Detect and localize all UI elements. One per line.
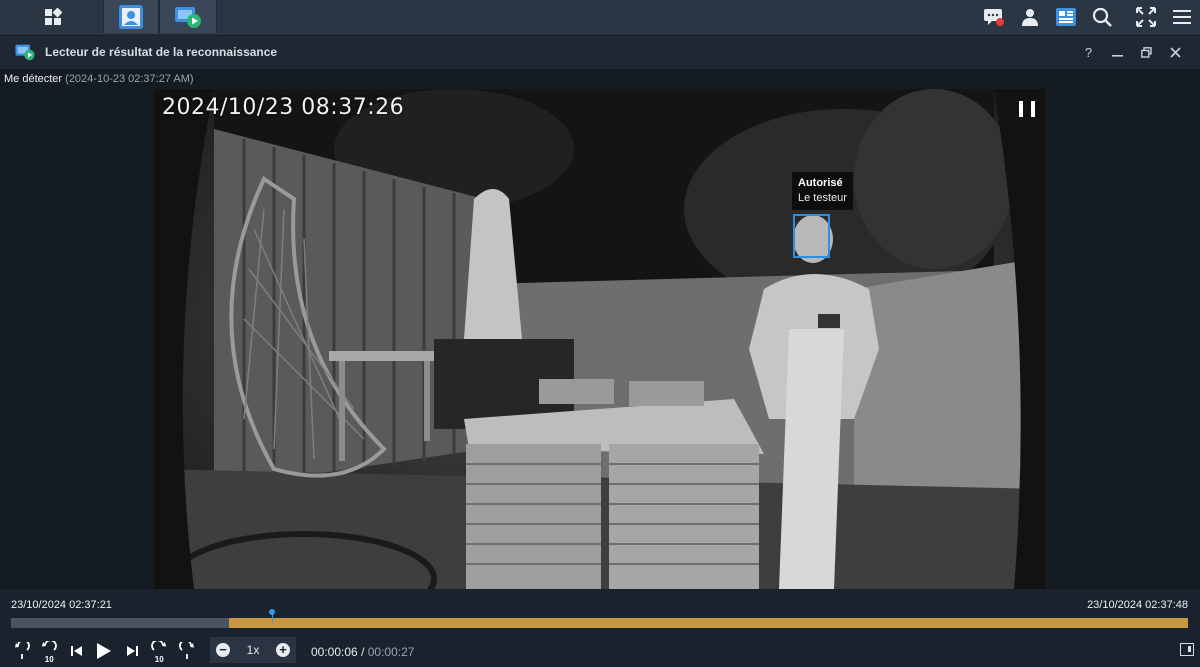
pause-icon-bar — [1019, 101, 1023, 117]
minimize-button[interactable] — [1103, 39, 1132, 65]
face-recognition-app-icon — [119, 4, 143, 29]
video-timestamp-overlay: 2024/10/23 08:37:26 — [162, 95, 405, 120]
minus-icon: − — [219, 642, 227, 657]
help-icon: ? — [1084, 44, 1093, 60]
search-icon — [1092, 7, 1112, 27]
user-menu-button[interactable] — [1012, 0, 1048, 33]
step-forward-button[interactable] — [173, 640, 201, 662]
face-person-name: Le testeur — [798, 192, 847, 204]
face-bounding-box — [793, 214, 830, 258]
help-button[interactable]: ? — [1074, 39, 1103, 65]
skip-next-icon — [126, 646, 138, 656]
options-menu-button[interactable] — [1164, 0, 1200, 33]
close-icon — [1170, 46, 1181, 58]
menu-icon — [1173, 9, 1191, 24]
speed-control: − 1x + — [210, 637, 296, 663]
playback-controls: 10 10 — [8, 640, 201, 664]
rewind-seconds: 10 — [44, 655, 54, 664]
timeline-end-time: 23/10/2024 02:37:48 — [1087, 599, 1188, 611]
search-button[interactable] — [1084, 0, 1120, 33]
plus-icon: + — [279, 642, 287, 657]
next-button[interactable] — [118, 640, 146, 662]
playback-speed: 1x — [246, 643, 260, 657]
playhead-stem — [271, 614, 273, 622]
restore-button[interactable] — [1132, 39, 1161, 65]
close-button[interactable] — [1161, 39, 1190, 65]
rewind-icon — [42, 641, 58, 651]
forward-seconds: 10 — [154, 655, 164, 664]
step-forward-icon — [178, 642, 194, 659]
surveillance-playback-app-icon — [15, 44, 35, 61]
playback-time: 00:00:06 / 00:00:27 — [311, 645, 414, 659]
restore-icon — [1141, 46, 1152, 58]
rewind-10-button[interactable]: 10 — [36, 640, 64, 664]
previous-button[interactable] — [63, 640, 91, 662]
main-menu-button[interactable] — [24, 0, 82, 33]
fullscreen-button[interactable] — [1128, 0, 1164, 33]
pause-icon-bar — [1031, 101, 1035, 117]
notifications-button[interactable] — [976, 0, 1012, 33]
forward-icon — [151, 641, 167, 651]
forward-10-button[interactable]: 10 — [146, 640, 174, 664]
main-menu-icon — [45, 7, 62, 25]
timeline-buffered-range — [228, 618, 1188, 628]
widgets-button[interactable] — [1048, 0, 1084, 33]
face-status: Autorisé — [798, 177, 843, 189]
widgets-icon — [1056, 7, 1076, 26]
time-separator: / — [361, 645, 365, 659]
pause-button[interactable] — [1019, 101, 1035, 119]
play-button[interactable] — [91, 640, 119, 662]
step-back-icon — [14, 642, 30, 659]
elapsed-time: 00:00:06 — [311, 645, 358, 659]
speed-decrease-button[interactable]: − — [216, 643, 230, 657]
night-camera-frame — [154, 89, 1045, 589]
event-name: Me détecter — [4, 73, 63, 85]
timeline-start-time: 23/10/2024 02:37:21 — [11, 599, 112, 611]
event-info: Me détecter (2024-10-23 02:37:27 AM) — [4, 73, 194, 85]
play-icon — [97, 643, 112, 659]
event-timestamp: (2024-10-23 02:37:27 AM) — [65, 73, 194, 85]
minimize-icon — [1112, 54, 1123, 57]
skip-previous-icon — [70, 646, 82, 656]
fullscreen-icon — [1136, 6, 1156, 27]
playback-panel: 23/10/2024 02:37:21 23/10/2024 02:37:48 … — [0, 589, 1200, 667]
user-icon — [1022, 8, 1038, 26]
speed-increase-button[interactable]: + — [276, 643, 290, 657]
taskbar-app-surveillance-playback[interactable] — [159, 0, 217, 33]
total-time: 00:00:27 — [367, 645, 415, 659]
step-back-button[interactable] — [8, 640, 36, 662]
chat-icon — [984, 8, 1004, 26]
window-title: Lecteur de résultat de la reconnaissance — [45, 45, 278, 59]
video-player[interactable]: 2024/10/23 08:37:26 Autorisé Le testeur — [154, 89, 1045, 589]
side-panel-toggle-button[interactable] — [1180, 643, 1194, 656]
window-titlebar: Lecteur de résultat de la reconnaissance… — [0, 33, 1200, 69]
face-recognition-label: Autorisé Le testeur — [792, 172, 853, 210]
taskbar-app-face-recognition[interactable] — [103, 0, 159, 33]
surveillance-playback-app-icon — [175, 6, 201, 28]
taskbar — [0, 0, 1200, 33]
timeline-track[interactable] — [11, 618, 1188, 628]
